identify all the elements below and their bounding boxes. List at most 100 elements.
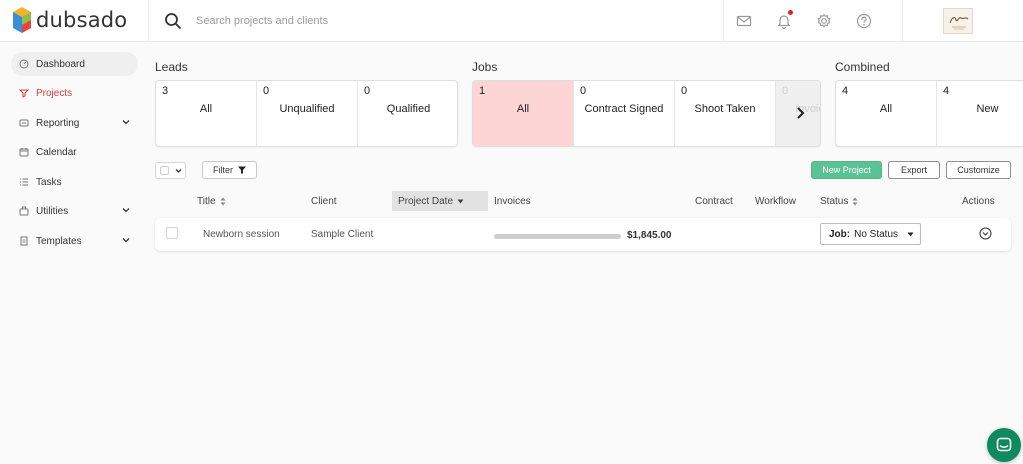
row-client[interactable]: Sample Client (311, 229, 373, 240)
chevron-down-icon (175, 169, 182, 173)
column-header-contract[interactable]: Contract (695, 191, 733, 211)
sort-down-icon (457, 199, 464, 203)
jobs-shoot-taken-cell[interactable]: 0 Shoot Taken (675, 81, 776, 146)
status-value: No Status (854, 228, 899, 240)
sidebar-item-label: Templates (36, 235, 82, 247)
stat-label: Unqualified (279, 103, 335, 115)
stat-label: Shoot Taken (694, 103, 756, 115)
stat-count: 0 (263, 85, 270, 97)
gear-icon[interactable] (815, 12, 833, 30)
column-header-status[interactable]: Status (820, 191, 858, 211)
search-input[interactable] (196, 12, 596, 30)
dashboard-icon (19, 59, 29, 69)
row-title[interactable]: Newborn session (203, 229, 280, 240)
templates-icon (20, 236, 28, 246)
combined-card-group: 4 All 4 New (835, 80, 1023, 147)
combined-new-cell[interactable]: 4 New (937, 81, 1023, 146)
avatar[interactable] (943, 8, 973, 34)
column-header-actions: Actions (962, 195, 995, 207)
sidebar-item-label: Dashboard (36, 58, 85, 70)
table-row[interactable]: Newborn session Sample Client $1,845.00 … (155, 218, 1011, 251)
stat-count: 0 (681, 85, 688, 97)
sort-icon (852, 197, 858, 205)
chevron-right-icon[interactable] (793, 105, 809, 121)
jobs-title: Jobs (472, 60, 498, 74)
utilities-icon (19, 206, 29, 216)
chat-icon (996, 437, 1012, 452)
stat-count: 1 (479, 85, 486, 97)
column-header-client[interactable]: Client (311, 191, 337, 211)
sidebar-item-templates[interactable]: Templates (11, 229, 138, 253)
notification-dot (788, 10, 793, 15)
customize-button[interactable]: Customize (946, 161, 1011, 179)
filter-icon (238, 166, 246, 174)
select-all-checkbox[interactable] (160, 166, 169, 175)
stat-label: All (516, 103, 530, 115)
search-icon[interactable] (164, 12, 182, 30)
chat-launcher-button[interactable] (987, 428, 1021, 462)
status-prefix: Job: (829, 228, 851, 240)
jobs-all-cell[interactable]: 1 All (473, 81, 574, 146)
divider (723, 0, 724, 42)
leads-unqualified-cell[interactable]: 0 Unqualified (257, 81, 358, 146)
stat-count: 0 (782, 85, 789, 97)
chevron-down-icon[interactable] (122, 236, 130, 244)
stat-label: All (199, 103, 213, 115)
actions-chevron-icon[interactable] (979, 227, 992, 240)
leads-card-group: 3 All 0 Unqualified 0 Qualified (155, 80, 458, 147)
jobs-contract-signed-cell[interactable]: 0 Contract Signed (574, 81, 675, 146)
brand-name: dubsado (36, 8, 128, 32)
calendar-icon (19, 148, 29, 157)
stat-label: Contract Signed (584, 103, 664, 115)
chevron-down-icon[interactable] (122, 206, 130, 214)
stat-count: 0 (580, 85, 587, 97)
stat-count: 3 (162, 85, 169, 97)
top-bar: dubsado (0, 0, 1023, 42)
invoice-progress-bar (494, 234, 621, 239)
sidebar-item-label: Reporting (36, 117, 80, 129)
sidebar-item-label: Calendar (36, 146, 77, 158)
column-header-title[interactable]: Title (197, 191, 226, 211)
sidebar-item-projects[interactable]: Projects (11, 81, 138, 105)
status-select[interactable]: Job: No Status (820, 223, 921, 245)
help-icon[interactable] (855, 12, 873, 30)
leads-all-cell[interactable]: 3 All (156, 81, 257, 146)
divider (902, 0, 903, 42)
chevron-down-icon[interactable] (122, 118, 130, 126)
dubsado-logo[interactable]: dubsado (12, 7, 127, 33)
tasks-icon (20, 178, 28, 186)
reporting-icon (19, 119, 29, 127)
sidebar-item-dashboard[interactable]: Dashboard (11, 52, 138, 76)
column-header-workflow[interactable]: Workflow (755, 191, 796, 211)
sidebar-item-calendar[interactable]: Calendar (11, 140, 138, 164)
header-label: Title (197, 195, 216, 207)
header-label: Project Date (398, 195, 454, 207)
select-all-dropdown[interactable] (155, 162, 186, 179)
sort-icon (220, 197, 226, 205)
mail-icon[interactable] (735, 12, 753, 30)
filter-button[interactable]: Filter (202, 161, 257, 179)
stat-count: 4 (842, 85, 849, 97)
sidebar-item-tasks[interactable]: Tasks (11, 170, 138, 194)
stat-label: New (976, 103, 999, 115)
leads-qualified-cell[interactable]: 0 Qualified (358, 81, 457, 146)
column-header-project-date[interactable]: Project Date (392, 191, 488, 211)
sidebar-item-label: Projects (36, 87, 73, 99)
column-header-invoices[interactable]: Invoices (494, 191, 531, 211)
stat-label: Qualified (386, 103, 431, 115)
sidebar: Dashboard Projects Reporting Calendar Ta… (0, 43, 148, 464)
jobs-card-group: 1 All 0 Contract Signed 0 Shoot Taken 0 … (472, 80, 821, 147)
logo-cube-icon (13, 7, 31, 33)
combined-all-cell[interactable]: 4 All (836, 81, 937, 146)
sidebar-item-utilities[interactable]: Utilities (11, 199, 138, 223)
leads-title: Leads (155, 60, 188, 74)
projects-icon (19, 89, 29, 98)
sidebar-item-reporting[interactable]: Reporting (11, 111, 138, 135)
divider (148, 0, 149, 42)
row-checkbox[interactable] (166, 227, 178, 239)
combined-title: Combined (835, 60, 890, 74)
export-button[interactable]: Export (888, 161, 940, 179)
new-project-button[interactable]: New Project (811, 161, 882, 179)
stat-count: 0 (364, 85, 371, 97)
avatar-logo-icon (944, 9, 972, 33)
